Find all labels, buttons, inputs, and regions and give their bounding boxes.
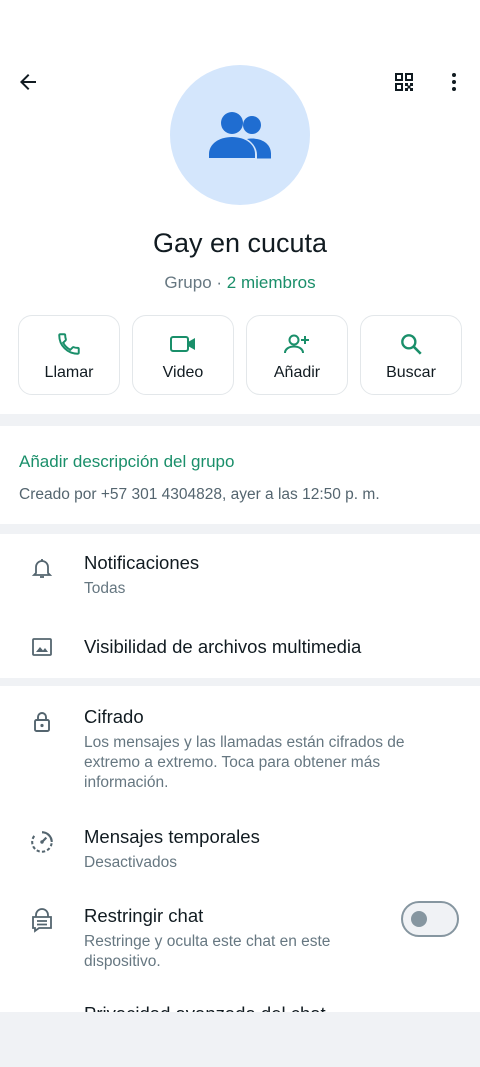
section-divider xyxy=(0,524,480,534)
phone-icon xyxy=(58,333,80,355)
qr-code-button[interactable] xyxy=(384,62,424,102)
encryption-description: Los mensajes y las llamadas están cifrad… xyxy=(84,734,405,791)
call-button[interactable]: Llamar xyxy=(18,315,120,395)
chat-lock-icon xyxy=(32,908,52,933)
image-icon xyxy=(32,638,52,656)
group-info-screen: Gay en cucuta Grupo · 2 miembros Llamar … xyxy=(0,0,480,1012)
disappearing-messages-title: Mensajes temporales xyxy=(84,826,260,847)
video-button-label: Video xyxy=(162,364,204,381)
qr-code-icon xyxy=(395,73,413,91)
members-count-link[interactable]: 2 miembros xyxy=(227,273,316,292)
media-visibility-title: Visibilidad de archivos multimedia xyxy=(84,636,362,657)
subtitle-separator: · xyxy=(211,273,227,292)
section-divider xyxy=(0,678,480,686)
group-subtitle: Grupo · 2 miembros xyxy=(0,273,480,293)
search-button[interactable]: Buscar xyxy=(360,315,462,395)
media-visibility-row[interactable]: Visibilidad de archivos multimedia xyxy=(0,618,480,674)
lock-icon xyxy=(34,712,50,732)
toggle-knob xyxy=(411,911,427,927)
restrict-chat-description: Restringe y oculta este chat en este dis… xyxy=(84,933,331,970)
created-by-text: Creado por +57 301 4304828, ayer a las 1… xyxy=(19,486,380,503)
add-member-button-label: Añadir xyxy=(273,364,321,381)
back-button[interactable] xyxy=(8,62,48,102)
advanced-privacy-title: Privacidad avanzada del chat xyxy=(84,1003,326,1012)
arrow-left-icon xyxy=(20,74,36,90)
bottom-nav-area xyxy=(0,1012,480,1067)
bell-icon xyxy=(31,559,53,578)
section-divider xyxy=(0,414,480,426)
search-icon xyxy=(401,334,422,355)
notifications-row[interactable]: Notificaciones Todas xyxy=(0,540,480,610)
encryption-title: Cifrado xyxy=(84,706,144,727)
video-icon xyxy=(170,336,195,352)
add-member-button[interactable]: Añadir xyxy=(246,315,348,395)
notifications-title: Notificaciones xyxy=(84,552,200,573)
add-person-icon xyxy=(284,334,309,354)
notifications-value: Todas xyxy=(84,580,126,597)
group-people-icon xyxy=(209,112,271,159)
video-button[interactable]: Video xyxy=(132,315,234,395)
restrict-chat-title: Restringir chat xyxy=(84,905,204,926)
group-avatar[interactable] xyxy=(170,65,310,205)
group-type-label: Grupo xyxy=(164,273,212,292)
disappearing-messages-value: Desactivados xyxy=(84,854,178,871)
more-vertical-icon xyxy=(452,73,456,91)
restrict-chat-toggle[interactable] xyxy=(401,901,459,937)
more-options-button[interactable] xyxy=(434,62,474,102)
disappearing-messages-row[interactable]: Mensajes temporales Desactivados xyxy=(0,814,480,884)
search-button-label: Buscar xyxy=(386,364,436,381)
timer-icon xyxy=(31,831,53,853)
call-button-label: Llamar xyxy=(44,364,94,381)
group-name: Gay en cucuta xyxy=(152,228,328,258)
action-buttons: Llamar Video Añadir Buscar xyxy=(18,315,462,397)
encryption-row[interactable]: Cifrado Los mensajes y las llamadas está… xyxy=(0,694,480,804)
add-description-link[interactable]: Añadir descripción del grupo xyxy=(19,452,234,472)
